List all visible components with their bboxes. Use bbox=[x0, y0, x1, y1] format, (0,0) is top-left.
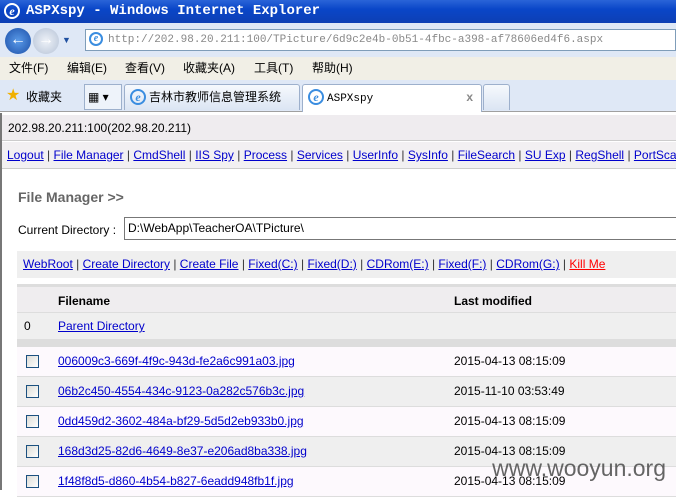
nav-regshell[interactable]: RegShell bbox=[575, 148, 624, 162]
address-path: :100/TPicture/6d9c2e4b-0b51-4fbc-a398-af… bbox=[240, 34, 604, 46]
table-row: 0dd459d2-3602-484a-bf29-5d5d2eb933b0.jpg… bbox=[17, 407, 676, 437]
nav-services[interactable]: Services bbox=[297, 148, 343, 162]
favorites-button[interactable]: 收藏夹 bbox=[26, 88, 62, 105]
star-icon: ★ bbox=[6, 87, 21, 104]
tab-label: 吉林市教师信息管理系统 bbox=[149, 90, 282, 104]
header-last-modified: Last modified bbox=[454, 294, 533, 308]
row-checkbox[interactable] bbox=[26, 385, 39, 398]
file-modified: 2015-11-10 03:53:49 bbox=[454, 384, 565, 398]
window-title: ASPXspy - Windows Internet Explorer bbox=[26, 3, 321, 19]
nav-su-exp[interactable]: SU Exp bbox=[525, 148, 566, 162]
forward-button[interactable]: → bbox=[33, 28, 59, 54]
tab-close-icon[interactable]: x bbox=[466, 85, 473, 109]
file-modified: 2015-04-13 08:15:09 bbox=[454, 354, 566, 368]
current-directory-input[interactable]: D:\WebApp\TeacherOA\TPicture\ bbox=[124, 217, 676, 240]
table-header: Filename Last modified bbox=[17, 284, 676, 313]
file-link[interactable]: 006009c3-669f-4f9c-943d-fe2a6c991a03.jpg bbox=[58, 347, 295, 376]
main-nav: Logout | File Manager | CmdShell | IIS S… bbox=[2, 142, 676, 169]
menu-file[interactable]: 文件(F) bbox=[9, 57, 48, 80]
link-webroot[interactable]: WebRoot bbox=[23, 257, 73, 271]
nav-iis-spy[interactable]: IIS Spy bbox=[195, 148, 234, 162]
row-checkbox[interactable] bbox=[26, 475, 39, 488]
link-create-file[interactable]: Create File bbox=[180, 257, 239, 271]
menu-favorites[interactable]: 收藏夹(A) bbox=[183, 57, 235, 80]
tab-jilin[interactable]: e 吉林市教师信息管理系统 bbox=[124, 84, 300, 110]
link-fixed-d[interactable]: Fixed(D:) bbox=[307, 257, 356, 271]
tab-row: ★ 收藏夹 ▦ ▾ e 吉林市教师信息管理系统 e ASPXspy x bbox=[0, 80, 676, 112]
nav-filesearch[interactable]: FileSearch bbox=[458, 148, 515, 162]
link-create-directory[interactable]: Create Directory bbox=[83, 257, 170, 271]
current-directory-label: Current Directory : bbox=[18, 223, 117, 237]
window-title-bar: e ASPXspy - Windows Internet Explorer bbox=[0, 0, 676, 23]
history-dropdown-icon[interactable]: ▼ bbox=[62, 35, 71, 45]
address-host: http://202.98.20.211 bbox=[108, 34, 241, 46]
menu-help[interactable]: 帮助(H) bbox=[312, 57, 353, 80]
link-cdrom-e[interactable]: CDRom(E:) bbox=[367, 257, 429, 271]
nav-process[interactable]: Process bbox=[244, 148, 287, 162]
table-row: 006009c3-669f-4f9c-943d-fe2a6c991a03.jpg… bbox=[17, 347, 676, 377]
quick-tabs-button[interactable]: ▦ ▾ bbox=[84, 84, 122, 110]
back-button[interactable]: ← bbox=[5, 28, 31, 54]
file-link[interactable]: 168d3d25-82d6-4649-8e37-e206ad8ba338.jpg bbox=[58, 437, 307, 466]
ie-icon: e bbox=[130, 89, 146, 105]
tab-label: ASPXspy bbox=[327, 93, 374, 105]
link-fixed-c[interactable]: Fixed(C:) bbox=[248, 257, 297, 271]
address-row: ← → ▼ e http://202.98.20.211:100/TPictur… bbox=[0, 23, 676, 57]
table-row: 06b2c450-4554-434c-9123-0a282c576b3c.jpg… bbox=[17, 377, 676, 407]
page-title: File Manager >> bbox=[18, 189, 124, 205]
nav-sysinfo[interactable]: SysInfo bbox=[408, 148, 448, 162]
parent-directory-link[interactable]: Parent Directory bbox=[58, 313, 145, 339]
ie-icon: e bbox=[4, 3, 20, 19]
link-cdrom-g[interactable]: CDRom(G:) bbox=[496, 257, 559, 271]
link-kill-me[interactable]: Kill Me bbox=[569, 257, 605, 271]
menu-tools[interactable]: 工具(T) bbox=[254, 57, 293, 80]
menu-view[interactable]: 查看(V) bbox=[125, 57, 165, 80]
page-icon: e bbox=[89, 32, 103, 46]
page-content: 202.98.20.211:100(202.98.20.211) Logout … bbox=[0, 113, 676, 497]
nav-logout[interactable]: Logout bbox=[7, 148, 44, 162]
menu-bar: 文件(F) 编辑(E) 查看(V) 收藏夹(A) 工具(T) 帮助(H) bbox=[0, 57, 676, 80]
watermark: www.wooyun.org bbox=[492, 455, 666, 481]
file-modified: 2015-04-13 08:15:09 bbox=[454, 414, 566, 428]
row-checkbox[interactable] bbox=[26, 415, 39, 428]
address-bar[interactable]: e http://202.98.20.211:100/TPicture/6d9c… bbox=[85, 29, 676, 51]
file-link[interactable]: 1f48f8d5-d860-4b54-b827-6eadd948fb1f.jpg bbox=[58, 467, 294, 496]
ie-icon: e bbox=[308, 89, 324, 105]
menu-edit[interactable]: 编辑(E) bbox=[67, 57, 107, 80]
file-link[interactable]: 06b2c450-4554-434c-9123-0a282c576b3c.jpg bbox=[58, 377, 304, 406]
server-info: 202.98.20.211:100(202.98.20.211) bbox=[2, 115, 676, 141]
file-link[interactable]: 0dd459d2-3602-484a-bf29-5d5d2eb933b0.jpg bbox=[58, 407, 304, 436]
header-filename: Filename bbox=[58, 294, 111, 308]
nav-userinfo[interactable]: UserInfo bbox=[353, 148, 398, 162]
drive-links: WebRoot | Create Directory | Create File… bbox=[17, 251, 676, 278]
parent-directory-row: 0 Parent Directory bbox=[17, 313, 676, 347]
nav-file-manager[interactable]: File Manager bbox=[54, 148, 124, 162]
row-index: 0 bbox=[24, 319, 31, 333]
nav-cmdshell[interactable]: CmdShell bbox=[133, 148, 185, 162]
nav-portscan[interactable]: PortScan bbox=[634, 148, 676, 162]
row-checkbox[interactable] bbox=[26, 445, 39, 458]
row-checkbox[interactable] bbox=[26, 355, 39, 368]
tab-aspxspy[interactable]: e ASPXspy x bbox=[302, 84, 482, 112]
link-fixed-f[interactable]: Fixed(F:) bbox=[438, 257, 486, 271]
new-tab-button[interactable] bbox=[483, 84, 510, 110]
